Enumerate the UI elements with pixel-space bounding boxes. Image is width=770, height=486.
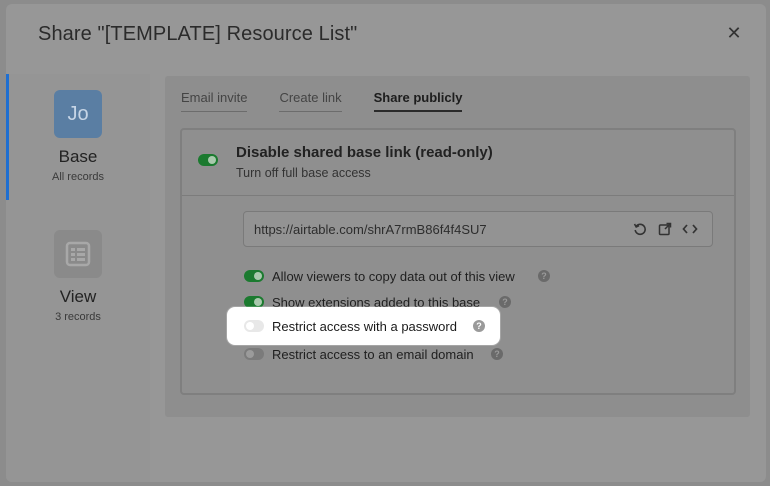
base-avatar: Jo: [54, 90, 102, 138]
option-label: Restrict access to an email domain: [272, 347, 474, 362]
email-domain-toggle[interactable]: [244, 348, 264, 360]
sidebar-item-base[interactable]: Jo Base All records: [6, 90, 150, 183]
tab-share-publicly[interactable]: Share publicly: [373, 90, 463, 112]
embed-code-icon[interactable]: [682, 221, 698, 237]
sidebar-item-view[interactable]: View 3 records: [6, 230, 150, 323]
card-subtitle: Turn off full base access: [236, 166, 371, 180]
share-link-field[interactable]: https://airtable.com/shrA7rmB86f4f4SU7: [243, 211, 713, 247]
card-title: Disable shared base link (read-only): [236, 144, 493, 161]
option-password-highlight[interactable]: Restrict access with a password ?: [227, 307, 500, 345]
share-content-panel: Email invite Create link Share publicly …: [165, 76, 750, 417]
tab-email-invite[interactable]: Email invite: [181, 90, 248, 112]
help-icon[interactable]: ?: [499, 296, 511, 308]
sidebar-item-sublabel: 3 records: [55, 311, 101, 323]
card-header: Disable shared base link (read-only) Tur…: [182, 130, 734, 196]
tab-create-link[interactable]: Create link: [279, 90, 342, 112]
copy-data-toggle[interactable]: [244, 270, 264, 282]
share-tabs: Email invite Create link Share publicly: [181, 90, 463, 112]
help-icon[interactable]: ?: [473, 320, 485, 332]
sidebar-item-label: View: [59, 287, 97, 306]
modal-header: Share "[TEMPLATE] Resource List" ✕: [6, 4, 766, 64]
help-icon[interactable]: ?: [491, 348, 503, 360]
grid-view-icon: [54, 230, 102, 278]
regenerate-icon[interactable]: [632, 221, 648, 237]
sidebar-item-sublabel: All records: [52, 171, 104, 183]
sidebar-item-label: Base: [58, 147, 98, 166]
link-actions: [632, 221, 698, 237]
shared-base-card: Disable shared base link (read-only) Tur…: [180, 128, 736, 395]
share-modal: Share "[TEMPLATE] Resource List" ✕ Jo Ba…: [6, 4, 766, 482]
help-icon[interactable]: ?: [538, 270, 550, 282]
shared-link-toggle[interactable]: [198, 154, 218, 166]
password-toggle[interactable]: [244, 320, 264, 332]
option-label: Restrict access with a password: [272, 319, 457, 334]
close-icon[interactable]: ✕: [724, 23, 744, 43]
modal-title: Share "[TEMPLATE] Resource List": [38, 23, 358, 45]
open-external-icon[interactable]: [657, 221, 673, 237]
share-sidebar: Jo Base All records View 3 records: [6, 74, 150, 482]
option-label: Allow viewers to copy data out of this v…: [272, 269, 515, 284]
share-link-url: https://airtable.com/shrA7rmB86f4f4SU7: [254, 222, 487, 237]
